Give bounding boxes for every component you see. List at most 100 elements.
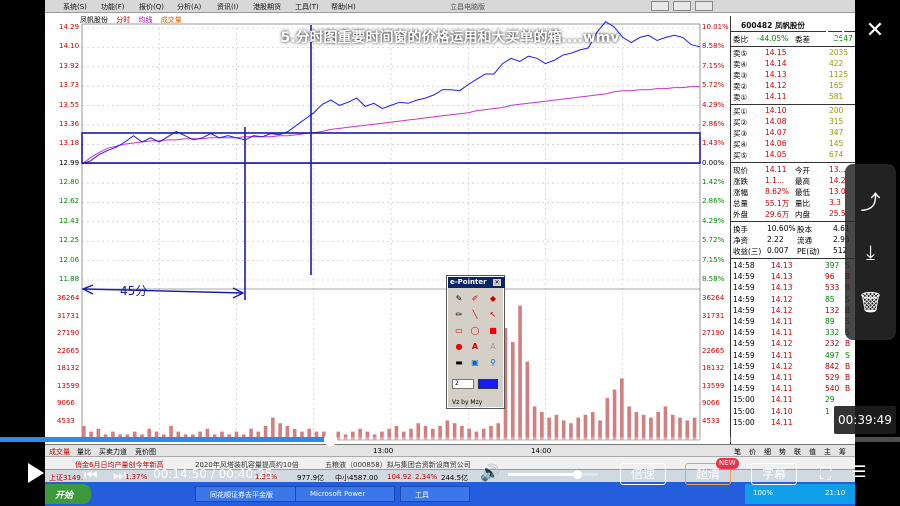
tick-price: 14.11 [771,350,793,360]
volume-tick-label: 22665 [57,346,80,355]
playlist-icon[interactable]: ☰ [852,462,866,481]
text-outline-icon[interactable]: A [486,341,500,353]
ask-price: 14.13 [765,70,787,79]
tick-row: 14:59 14.11 497 S [733,351,853,362]
epointer-toolbox[interactable]: e-Pointer ✕ ✎ ✐ ◆ ✏ ╲ ↖ ▭ ◯ ■ ● A A ▬ ▣ … [446,275,505,409]
price-tick-label: 12.62 [59,197,80,206]
tick-time: 15:00 [733,395,755,405]
progress-bar[interactable] [0,433,900,446]
progress-fill [0,437,331,442]
price-tick-label: 12.80 [59,178,80,187]
ask-label: 卖③ [733,71,748,80]
line-icon[interactable]: ╲ [468,309,482,321]
stat-label: 净资 [733,236,748,245]
tick-time: 14:59 [733,339,755,349]
volume-bar [518,305,522,440]
volume-tick-label: 4533 [57,416,75,425]
volume-bar [627,406,631,440]
tick-time: 14:59 [733,305,755,315]
stat-value: 0.007 [767,246,789,255]
volume-tick-label-right: 9066 [702,399,720,407]
close-icon[interactable]: ✕ [862,18,888,44]
stat-label: 今开 [795,166,810,175]
epointer-close-icon[interactable]: ✕ [493,279,501,286]
screenshot-icon[interactable]: ▣ [468,357,482,369]
subtitle-button[interactable]: 字幕 [751,463,797,485]
quote-panel: 600482 凤帆股份 委比 -44.05% 委差 -2647 卖⑤ 14.15 2… [730,16,855,456]
eraser-icon[interactable]: ✎ [452,293,466,305]
stat-value: 10.60% [767,224,796,233]
hover-time-tooltip: 00:39:49 [834,406,896,434]
speed-button[interactable]: 倍速 [620,463,666,485]
download-icon[interactable]: ⤓ [845,232,896,272]
pencil-icon[interactable]: ✏ [452,309,466,321]
ellipse-fill-icon[interactable]: ● [452,341,466,353]
next-icon[interactable]: ⏭ [113,466,127,484]
volume-tick-label-right: 13599 [702,381,725,390]
video-player[interactable]: 系统(S) 功能(F) 报价(Q) 分析(A) 资讯(I) 港股期货 工具(T)… [0,0,900,506]
tick-price: 14.11 [771,395,793,405]
delete-icon[interactable]: 🗑 [845,282,896,322]
price-tick-label: 12.25 [59,236,80,245]
bid-volume: 145 [829,139,844,148]
volume-tick-label: 9066 [57,399,75,407]
tick-volume: 529 [825,373,840,382]
volume-bar [634,412,639,440]
player-controls: ⏮ ⏭ 00:14:50 / 00:40:25 🔊 倍速 超清 NEW 字幕 ⛶… [0,450,900,506]
share-icon[interactable]: ⤴ [845,182,896,222]
volume-bar [503,328,508,440]
stat-row: 现价 14.11 今开 13... [733,165,853,176]
rect-outline-icon[interactable]: ▭ [452,325,466,337]
tick-volume: 540 [825,384,840,394]
previous-icon[interactable]: ⏮ [84,466,98,484]
annotation-arrow [84,288,244,294]
volume-knob[interactable] [573,470,583,479]
bid-label: 买① [733,107,748,116]
tick-row: 15:00 14.11 29 [733,395,853,406]
percent-tick-label: 1.42% [702,178,725,187]
ask-volume: 422 [829,59,844,68]
fullscreen-icon[interactable]: ⛶ [820,464,831,484]
rect-fill-icon[interactable]: ■ [486,325,500,337]
tick-price: 14.11 [771,384,793,394]
price-tick-label: 11.88 [59,275,80,283]
tick-row: 14:5914.1285S [733,295,853,306]
tick-side: S [845,350,850,360]
tick-price: 14.10 [771,406,793,416]
magnifier-icon[interactable]: ⚲ [486,357,500,369]
percent-tick-label: 7.15% [702,255,725,264]
pen-icon[interactable]: ✐ [468,293,482,305]
fill-icon[interactable]: ◆ [486,293,500,305]
volume-slider[interactable] [508,470,598,479]
ask-volume: 1125 [829,70,849,79]
tick-row: 14:5814.13397S [733,261,853,272]
bid-price: 14.07 [765,128,787,137]
tick-volume: 1 [825,406,830,416]
stat-label: 换手 [733,225,748,234]
color-select[interactable] [478,379,498,389]
stat-value: 13.0 [829,187,846,196]
volume-icon[interactable]: 🔊 [480,463,500,482]
ask-label: 卖② [733,82,748,91]
stat2-row: 收益(三) 0.007 PE(动) 512 [733,246,853,257]
tick-side: B [845,339,851,349]
stat-value: 55.1万 [765,199,790,208]
blackboard-icon[interactable]: ▬ [452,357,466,369]
ask-row: 卖⑤ 14.15 2035 [733,48,853,59]
tick-price: 14.12 [771,294,793,304]
percent-tick-label: 1.43% [702,139,725,148]
ask-label: 卖⑤ [733,49,748,58]
text-icon[interactable]: A [468,341,482,353]
tick-row: 14:59 14.12 842 B [733,362,853,373]
ellipse-outline-icon[interactable]: ◯ [468,325,482,337]
volume-bar [525,361,530,440]
line-width-select[interactable]: 2 [452,379,474,389]
play-icon[interactable] [28,463,44,483]
volume-tick-label: 27190 [57,329,80,337]
arrow-icon[interactable]: ↖ [486,309,500,321]
tick-row: 14:5914.11332S [733,328,853,339]
tick-volume: 842 [825,361,840,371]
volume-tick-label: 31731 [57,311,80,320]
mini-window-icon[interactable] [826,22,844,40]
stat-label: 最低 [795,188,810,197]
